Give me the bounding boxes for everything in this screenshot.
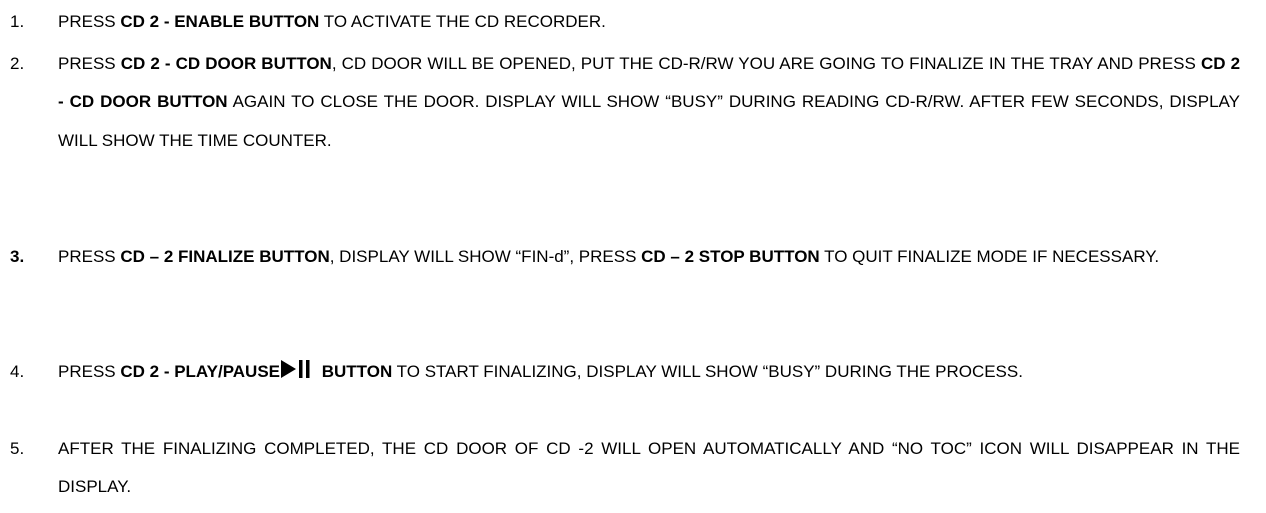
instruction-text: PRESS (58, 247, 121, 266)
step-number: 4. (10, 362, 25, 381)
instruction-text: AFTER THE FINALIZING COMPLETED, THE CD D… (58, 439, 1240, 497)
step-number: 5. (10, 439, 25, 458)
instruction-text: TO QUIT FINALIZE MODE IF NECESSARY. (819, 247, 1160, 266)
step-text: PRESS CD 2 - ENABLE BUTTON TO ACTIVATE T… (58, 3, 1240, 41)
step-text: PRESS CD – 2 FINALIZE BUTTON, DISPLAY WI… (58, 238, 1240, 276)
instruction-text: AGAIN TO CLOSE THE DOOR. DISPLAY WILL SH… (58, 92, 1240, 150)
step-number: 2. (10, 54, 25, 73)
step-text: AFTER THE FINALIZING COMPLETED, THE CD D… (58, 430, 1240, 507)
instruction-text: TO ACTIVATE THE CD RECORDER. (319, 12, 606, 31)
button-name-text: CD – 2 STOP BUTTON (641, 247, 820, 266)
instruction-text: PRESS (58, 54, 121, 73)
instruction-text: TO START FINALIZING, DISPLAY WILL SHOW “… (392, 362, 1023, 381)
step-number: 1. (10, 12, 25, 31)
button-name-text: CD 2 - PLAY/PAUSE (120, 362, 281, 381)
button-name-text: BUTTON (317, 362, 393, 381)
instruction-text: , DISPLAY WILL SHOW “FIN-d”, PRESS (329, 247, 642, 266)
step-text: PRESS CD 2 - CD DOOR BUTTON, CD DOOR WIL… (58, 45, 1240, 160)
button-name-text: CD 2 - ENABLE BUTTON (120, 12, 320, 31)
play-pause-icon (281, 355, 311, 393)
button-name-text: CD 2 - CD DOOR BUTTON (120, 54, 332, 73)
instruction-text: PRESS (58, 12, 121, 31)
step-text: PRESS CD 2 - PLAY/PAUSE BUTTON TO START … (58, 353, 1240, 393)
step-number: 3. (10, 247, 25, 266)
instruction-text: PRESS (58, 362, 121, 381)
button-name-text: CD – 2 FINALIZE BUTTON (120, 247, 330, 266)
instruction-text: , CD DOOR WILL BE OPENED, PUT THE CD-R/R… (331, 54, 1201, 73)
instruction-document: 1. PRESS CD 2 - ENABLE BUTTON TO ACTIVAT… (0, 0, 1266, 513)
